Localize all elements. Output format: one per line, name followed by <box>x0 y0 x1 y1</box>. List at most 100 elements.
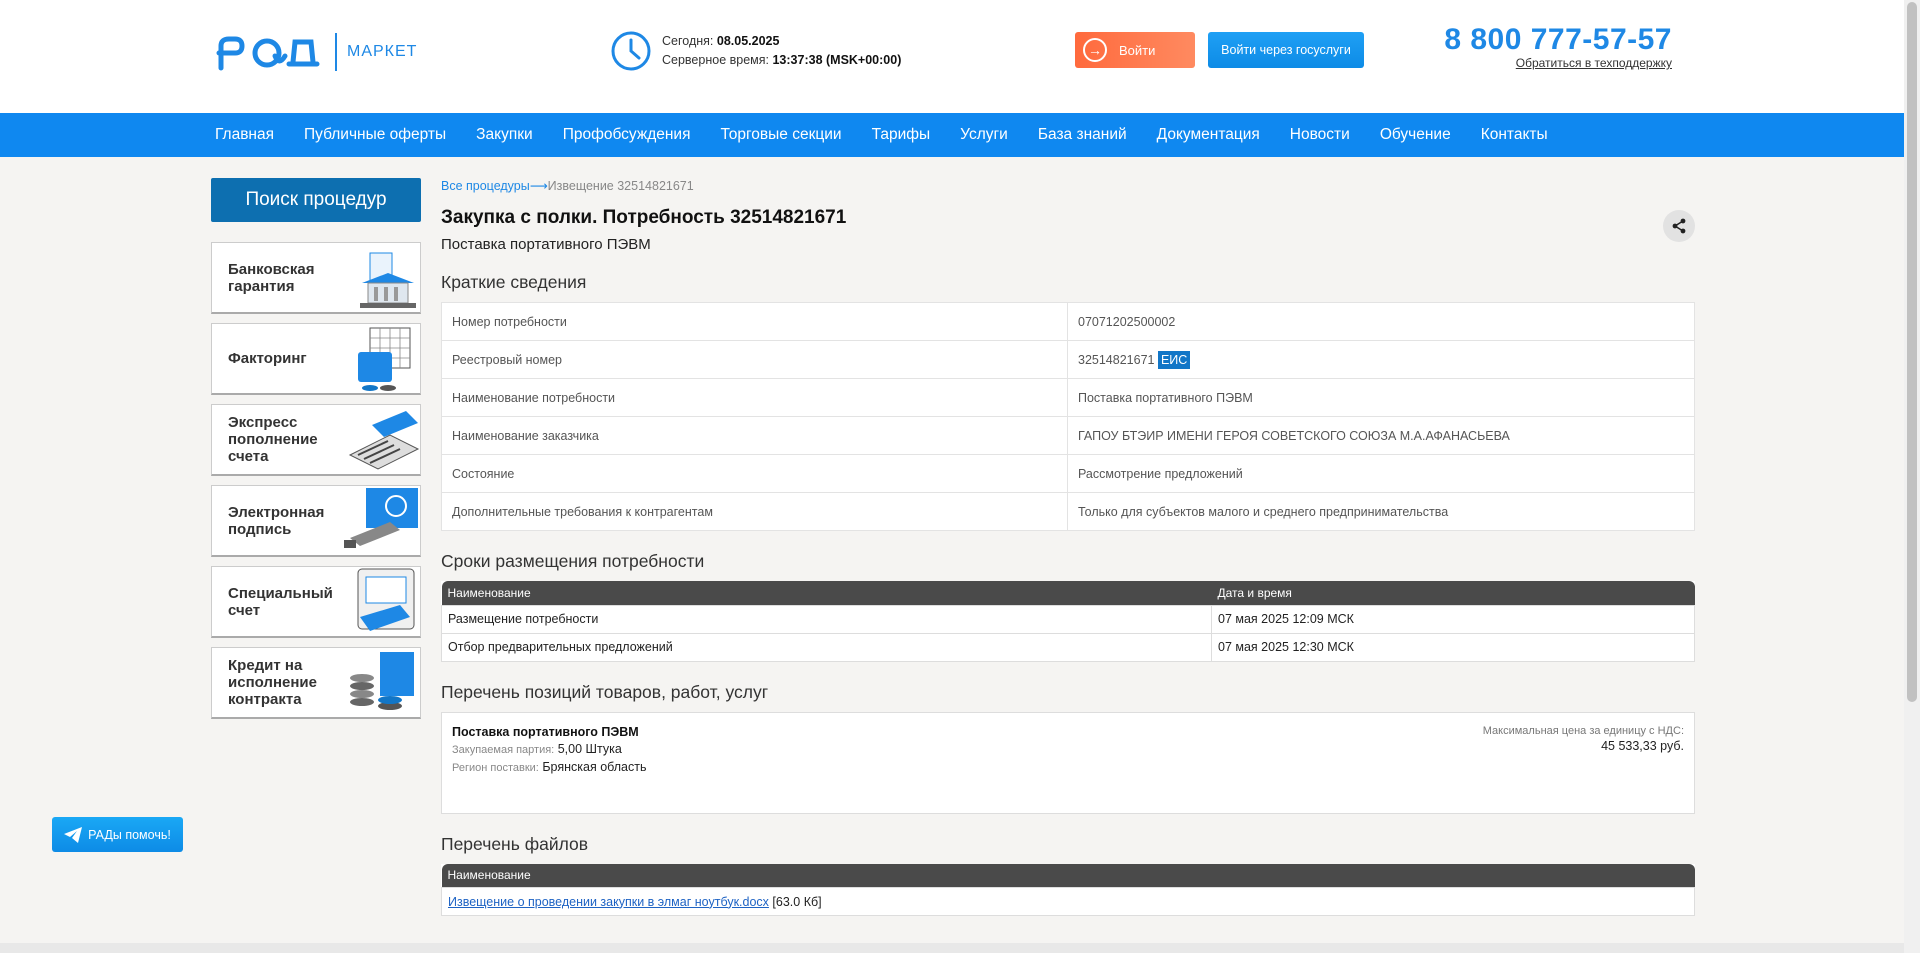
table-row: Реестровый номер 32514821671 ЕИС <box>441 340 1695 379</box>
deadline-name: Размещение потребности <box>441 604 1212 634</box>
table-header-row: Наименование Дата и время <box>441 581 1695 605</box>
share-button[interactable] <box>1663 210 1695 242</box>
server-time-line: Серверное время: 13:37:38 (MSK+00:00) <box>662 53 902 67</box>
scrollbar[interactable] <box>1904 0 1920 953</box>
usb-token-icon <box>344 488 418 548</box>
logo[interactable]: МАРКЕТ <box>215 32 417 72</box>
column-header: Дата и время <box>1211 581 1695 605</box>
summary-value: 07071202500002 <box>1067 302 1695 341</box>
table-header-row: Наименование <box>441 863 1695 888</box>
promo-digital-signature[interactable]: Электронная подпись <box>211 485 421 557</box>
files-table: Наименование Извещение о проведении заку… <box>441 863 1695 916</box>
login-arrow-icon: → <box>1083 38 1107 62</box>
breadcrumb-current: Извещение 32514821671 <box>547 179 694 193</box>
share-icon <box>1672 218 1686 234</box>
summary-key: Наименование потребности <box>441 378 1068 417</box>
positions-title: Перечень позиций товаров, работ, услуг <box>441 681 769 702</box>
today-line: Сегодня: 08.05.2025 <box>662 34 780 48</box>
breadcrumb: Все процедуры⟶Извещение 32514821671 <box>441 178 1695 193</box>
nav-item-offers[interactable]: Публичные оферты <box>304 126 446 144</box>
breadcrumb-arrow-icon: ⟶ <box>529 179 548 193</box>
summary-value-registry: 32514821671 ЕИС <box>1067 340 1695 379</box>
nav-item-contacts[interactable]: Контакты <box>1481 126 1548 144</box>
table-row: Дополнительные требования к контрагентам… <box>441 492 1695 531</box>
wallet-calendar-icon <box>358 327 411 391</box>
file-download-link[interactable]: Извещение о проведении закупки в элмаг н… <box>448 895 769 909</box>
position-price-value: 45 533,33 руб. <box>1601 738 1684 753</box>
telegram-icon <box>64 826 83 843</box>
nav-item-main[interactable]: Главная <box>215 126 274 144</box>
file-cell: Извещение о проведении закупки в элмаг н… <box>441 887 1695 916</box>
file-size: [63.0 Кб] <box>772 894 822 909</box>
scrollbar-thumb[interactable] <box>1907 2 1917 702</box>
gosuslugi-login-button[interactable]: Войти через госуслуги <box>1208 32 1364 68</box>
summary-value: Поставка портативного ПЭВМ <box>1067 378 1695 417</box>
deadline-name: Отбор предварительных предложений <box>441 632 1212 662</box>
main-content: Все процедуры⟶Извещение 32514821671 Заку… <box>441 178 1695 936</box>
sidebar: Поиск процедур Банковская гарантия Факто… <box>211 178 421 728</box>
summary-table: Номер потребности 07071202500002 Реестро… <box>441 302 1695 531</box>
main-nav: Главная Публичные оферты Закупки Профобс… <box>0 113 1904 157</box>
summary-key: Состояние <box>441 454 1068 493</box>
nav-item-news[interactable]: Новости <box>1290 126 1350 144</box>
nav-item-services[interactable]: Услуги <box>960 126 1008 144</box>
header: МАРКЕТ Сегодня: 08.05.2025 Серверное вре… <box>0 0 1904 113</box>
page-title: Закупка с полки. Потребность 32514821671 <box>441 207 847 228</box>
server-time: 13:37:38 (MSK+00:00) <box>772 53 902 67</box>
logo-market-text: МАРКЕТ <box>347 43 418 60</box>
column-header: Наименование <box>441 863 1695 888</box>
calculator-icon <box>348 411 420 470</box>
summary-key: Наименование заказчика <box>441 416 1068 455</box>
page-subtitle: Поставка портативного ПЭВМ <box>441 236 651 253</box>
server-clock: Сегодня: 08.05.2025 Серверное время: 13:… <box>610 30 901 72</box>
deadline-date: 07 мая 2025 12:30 МСК <box>1211 632 1695 662</box>
nav-item-trade-sections[interactable]: Торговые секции <box>720 126 841 144</box>
promo-factoring[interactable]: Факторинг <box>211 323 421 395</box>
summary-value: ГАПОУ БТЭИР ИМЕНИ ГЕРОЯ СОВЕТСКОГО СОЮЗА… <box>1067 416 1695 455</box>
column-header: Наименование <box>441 581 1212 605</box>
deadline-date: 07 мая 2025 12:09 МСК <box>1211 604 1695 634</box>
nav-item-tariffs[interactable]: Тарифы <box>872 126 931 144</box>
support-link[interactable]: Обратиться в техподдержку <box>1444 56 1672 70</box>
nav-item-docs[interactable]: Документация <box>1157 126 1260 144</box>
summary-value: Рассмотрение предложений <box>1067 454 1695 493</box>
eis-badge-link[interactable]: ЕИС <box>1157 350 1191 369</box>
table-row: Отбор предварительных предложений 07 мая… <box>441 632 1695 662</box>
table-row: Наименование заказчика ГАПОУ БТЭИР ИМЕНИ… <box>441 416 1695 455</box>
bank-building-icon <box>360 252 416 308</box>
footer-strip <box>0 943 1904 953</box>
files-title: Перечень файлов <box>441 833 589 854</box>
nav-item-purchases[interactable]: Закупки <box>476 126 533 144</box>
logo-divider <box>335 33 337 71</box>
promo-contract-credit[interactable]: Кредит на исполнение контракта <box>211 647 421 719</box>
table-row: Размещение потребности 07 мая 2025 12:09… <box>441 604 1695 634</box>
breadcrumb-root-link[interactable]: Все процедуры <box>441 179 530 193</box>
phone-number[interactable]: 8 800 777-57-57 <box>1444 22 1672 58</box>
summary-key: Номер потребности <box>441 302 1068 341</box>
help-telegram-button[interactable]: РАДы помочь! <box>52 817 183 852</box>
table-row: Наименование потребности Поставка портат… <box>441 378 1695 417</box>
position-region: Регион поставки: Брянская область <box>452 759 647 774</box>
position-price: Максимальная цена за единицу с НДС: 45 5… <box>1482 724 1684 753</box>
coins-stack-icon <box>350 652 414 710</box>
atm-card-icon <box>357 568 415 631</box>
search-procedures-button[interactable]: Поиск процедур <box>211 178 421 222</box>
promo-special-account[interactable]: Специальный счет <box>211 566 421 638</box>
position-card: Поставка портативного ПЭВМ Закупаемая па… <box>441 711 1695 814</box>
clock-icon <box>611 31 651 71</box>
promo-express-topup[interactable]: Экспресс пополнение счета <box>211 404 421 476</box>
table-row: Извещение о проведении закупки в элмаг н… <box>441 887 1695 916</box>
summary-title: Краткие сведения <box>441 272 587 292</box>
rad-logo-icon <box>216 36 320 71</box>
nav-item-knowledge[interactable]: База знаний <box>1038 126 1127 144</box>
promo-bank-guarantee[interactable]: Банковская гарантия <box>211 242 421 314</box>
nav-item-discussions[interactable]: Профобсуждения <box>563 126 691 144</box>
login-button[interactable]: → Войти <box>1075 32 1195 68</box>
nav-item-training[interactable]: Обучение <box>1380 126 1451 144</box>
table-row: Состояние Рассмотрение предложений <box>441 454 1695 493</box>
deadlines-table: Наименование Дата и время Размещение пот… <box>441 581 1695 662</box>
summary-value: Только для субъектов малого и среднего п… <box>1067 492 1695 531</box>
today-date: 08.05.2025 <box>716 34 780 48</box>
summary-key: Реестровый номер <box>441 340 1068 379</box>
summary-key: Дополнительные требования к контрагентам <box>441 492 1068 531</box>
